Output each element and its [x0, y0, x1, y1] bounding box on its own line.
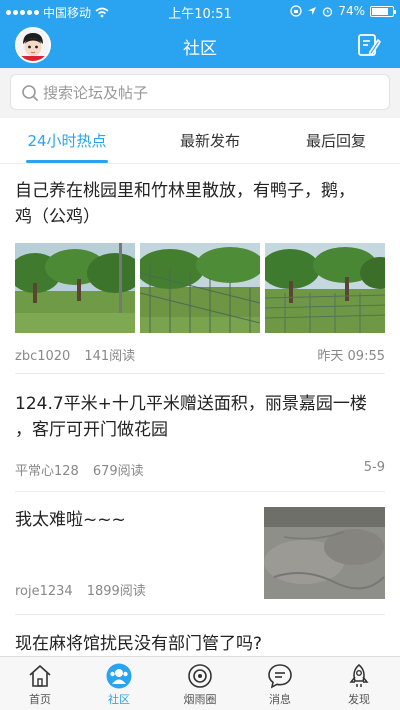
post-title: 现在麻将馆扰民没有部门管了吗? [15, 634, 263, 654]
tab-last-reply[interactable]: 最后回复 [296, 130, 376, 151]
compose-icon[interactable] [356, 32, 382, 58]
orchard-photo [15, 243, 135, 333]
app-header: 社区 [0, 22, 400, 68]
post-reads: 679阅读 [92, 464, 144, 479]
post-title-line: 自己养在桃园里和竹林里散放，有鸭子，鹅， [15, 181, 355, 201]
post-title: 124.7平米+十几平米赠送面积，丽景嘉园一楼 ，客厅可开门做花园 [15, 391, 367, 443]
post-time: 昨天 09:55 [317, 349, 385, 364]
divider [15, 373, 385, 374]
search-bar [0, 68, 400, 118]
status-bar: 中国移动 上午10:51 74% [0, 0, 400, 22]
nav-home[interactable]: 首页 [8, 663, 72, 707]
orchard-fence-photo [265, 243, 385, 333]
post-time: 5-9 [363, 460, 385, 475]
post-reads: 1899阅读 [86, 584, 146, 599]
tab-24h-hot[interactable]: 24小时热点 [26, 130, 108, 151]
post-meta: roje1234 1899阅读 [15, 580, 146, 599]
post-thumbnail[interactable] [15, 243, 135, 333]
message-icon [268, 664, 292, 689]
nav-messages[interactable]: 消息 [248, 663, 312, 707]
post-title-line: 鸡（公鸡） [15, 207, 100, 227]
post-title: 我太难啦~~~ [15, 510, 126, 530]
concrete-photo [264, 507, 385, 599]
search-icon [22, 85, 39, 102]
nav-circle[interactable]: 烟雨圈 [168, 663, 232, 707]
nav-community[interactable]: 社区 [87, 663, 151, 707]
battery-icon [370, 5, 396, 17]
nav-label: 消息 [269, 693, 291, 706]
battery-percent: 74% [338, 4, 365, 18]
rotation-lock-icon [290, 5, 302, 17]
page-title: 社区 [183, 39, 217, 59]
post-reads: 141阅读 [84, 349, 136, 364]
alarm-icon [323, 6, 333, 17]
post-meta: 平常心128 679阅读 [15, 460, 144, 479]
post-title-line: 124.7平米+十几平米赠送面积，丽景嘉园一楼 [15, 394, 367, 414]
nav-label: 社区 [108, 693, 130, 706]
post-thumbnail[interactable] [264, 507, 385, 599]
post-thumbnail[interactable] [265, 243, 385, 333]
post-thumbnail[interactable] [140, 243, 260, 333]
post-author[interactable]: 平常心128 [15, 464, 79, 479]
fence-photo [140, 243, 260, 333]
status-right: 74% [290, 4, 396, 18]
nav-label: 烟雨圈 [183, 693, 217, 706]
tab-latest[interactable]: 最新发布 [170, 130, 250, 151]
tab-active-indicator [26, 160, 108, 163]
tab-bar: 24小时热点 最新发布 最后回复 [0, 118, 400, 164]
divider [15, 614, 385, 615]
home-icon [29, 665, 51, 687]
rocket-icon [349, 663, 369, 687]
location-icon [308, 7, 317, 15]
post-author[interactable]: zbc1020 [15, 349, 70, 364]
divider [15, 491, 385, 492]
circle-icon [188, 664, 212, 688]
nav-label: 发现 [348, 693, 370, 706]
nav-label: 首页 [29, 693, 51, 706]
search-box[interactable] [10, 74, 390, 110]
bottom-nav: 首页 社区 烟雨圈 消息 发现 [0, 656, 400, 710]
post-title: 自己养在桃园里和竹林里散放，有鸭子，鹅， 鸡（公鸡） [15, 178, 355, 230]
search-input[interactable] [43, 82, 373, 104]
nav-discover[interactable]: 发现 [327, 663, 391, 707]
community-icon [106, 663, 132, 689]
post-title-line: ，客厅可开门做花园 [15, 420, 168, 440]
post-meta: zbc1020 141阅读 [15, 345, 135, 364]
post-author[interactable]: roje1234 [15, 584, 73, 599]
